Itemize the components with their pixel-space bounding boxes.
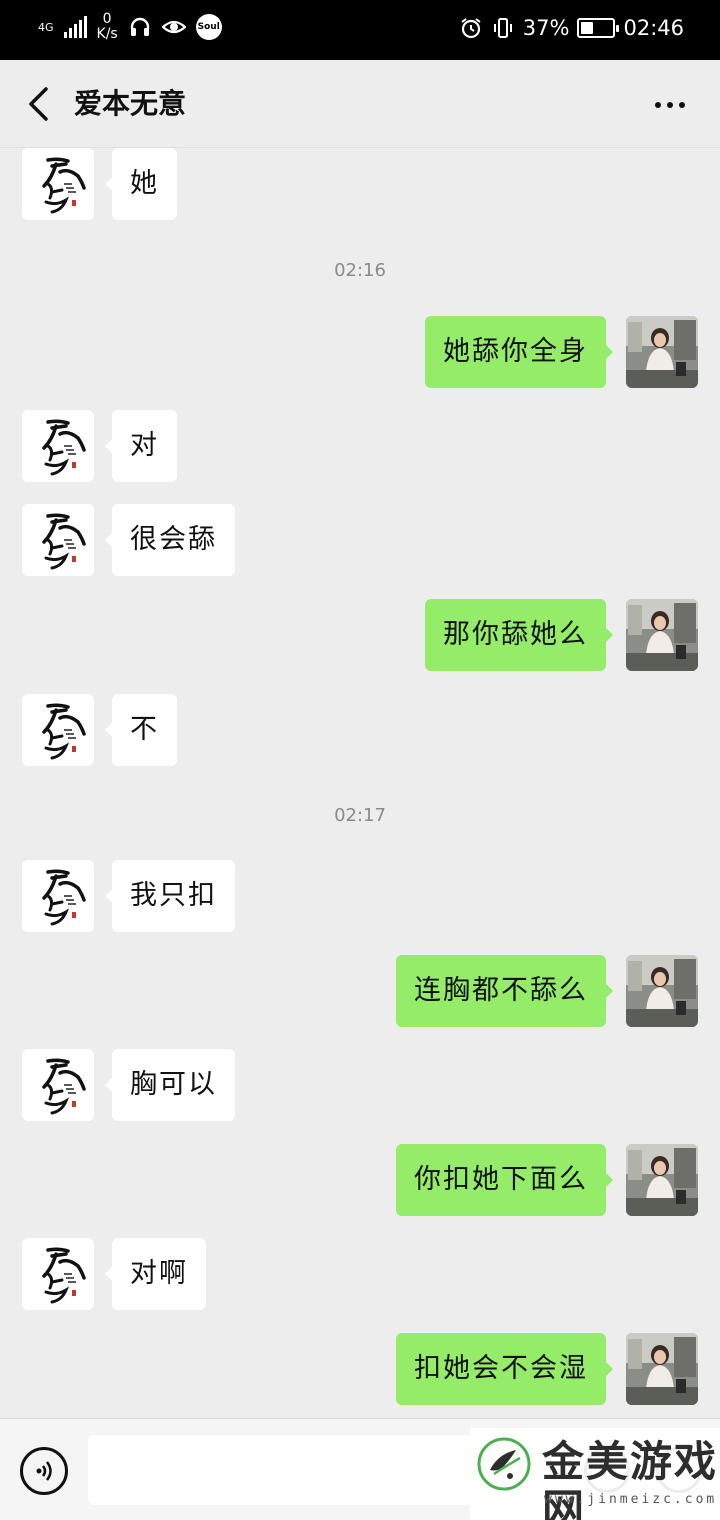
incoming-message: 很会舔 [0,504,720,578]
incoming-message: 对啊 [0,1238,720,1312]
my-avatar[interactable] [626,599,698,671]
outgoing-message: 扣她会不会湿 [0,1333,720,1407]
message-bubble[interactable]: 你扣她下面么 [396,1144,613,1216]
message-bubble[interactable]: 连胸都不舔么 [396,955,613,1027]
headphones-icon [130,17,149,36]
message-bubble[interactable]: 那你舔她么 [425,599,613,671]
watermark-url: www.jinmeizc.com [544,1492,718,1507]
my-avatar[interactable] [626,955,698,1027]
outgoing-message: 你扣她下面么 [0,1144,720,1218]
message-bubble[interactable]: 她舔你全身 [425,316,613,388]
back-button[interactable] [18,82,58,126]
my-avatar[interactable] [626,316,698,388]
incoming-message: 对 [0,410,720,484]
network-speed: 0 K/s [97,12,118,42]
more-options-button[interactable] [648,90,692,120]
network-speed-unit: K/s [96,26,118,42]
watermark-logo [477,1437,531,1491]
alarm-icon [461,18,481,39]
soul-app-icon: Soul [195,14,222,40]
network-speed-value: 0 [102,11,112,27]
vibrate-icon [493,18,512,38]
battery-fill [581,22,593,34]
chevron-left-icon [29,87,48,121]
ellipsis-icon [655,102,661,108]
incoming-message: 她 [0,148,720,222]
message-bubble[interactable]: 很会舔 [105,504,235,576]
outgoing-message: 她舔你全身 [0,316,720,390]
contact-avatar[interactable] [22,1049,94,1121]
timestamp: 02:16 [334,260,386,281]
outgoing-message: 那你舔她么 [0,599,720,673]
network-type: 4G [38,20,54,34]
battery-percent: 37% [522,16,570,40]
ellipsis-dot [667,102,673,108]
my-avatar[interactable] [626,1333,698,1405]
incoming-message: 胸可以 [0,1049,720,1123]
message-bubble[interactable]: 胸可以 [105,1049,235,1121]
message-bubble[interactable]: 我只扣 [105,860,235,932]
signal-icon [63,16,87,38]
status-bar: 4G 0 K/s Soul 37% 02:46 [0,0,720,60]
contact-avatar[interactable] [22,148,94,220]
timestamp: 02:17 [334,805,386,826]
message-bubble[interactable]: 扣她会不会湿 [396,1333,613,1405]
watermark-text: 金美游戏网 [542,1437,719,1520]
eye-icon [161,20,186,34]
message-bubble[interactable]: 对啊 [105,1238,206,1310]
watermark: 金美游戏网 www.jinmeizc.com [470,1428,720,1520]
battery-icon [577,18,620,38]
contact-avatar[interactable] [22,694,94,766]
message-bubble[interactable]: 她 [105,148,177,220]
incoming-message: 不 [0,694,720,768]
contact-avatar[interactable] [22,1238,94,1310]
clock: 02:46 [623,16,684,40]
message-list[interactable]: 她 02:16 她舔你全身对很会舔那你舔她么不 02:17 我只扣连胸都不舔么胸可以你扣… [0,148,720,1418]
ellipsis-dot [679,102,685,108]
contact-avatar[interactable] [22,860,94,932]
message-bubble[interactable]: 不 [105,694,177,766]
chat-header: 爱本无意 [0,60,720,148]
contact-avatar[interactable] [22,504,94,576]
voice-icon [36,1461,52,1481]
my-avatar[interactable] [626,1144,698,1216]
message-bubble[interactable]: 对 [105,410,177,482]
contact-avatar[interactable] [22,410,94,482]
incoming-message: 我只扣 [0,860,720,934]
outgoing-message: 连胸都不舔么 [0,955,720,1029]
chat-title: 爱本无意 [74,87,187,120]
voice-button[interactable] [20,1447,68,1495]
